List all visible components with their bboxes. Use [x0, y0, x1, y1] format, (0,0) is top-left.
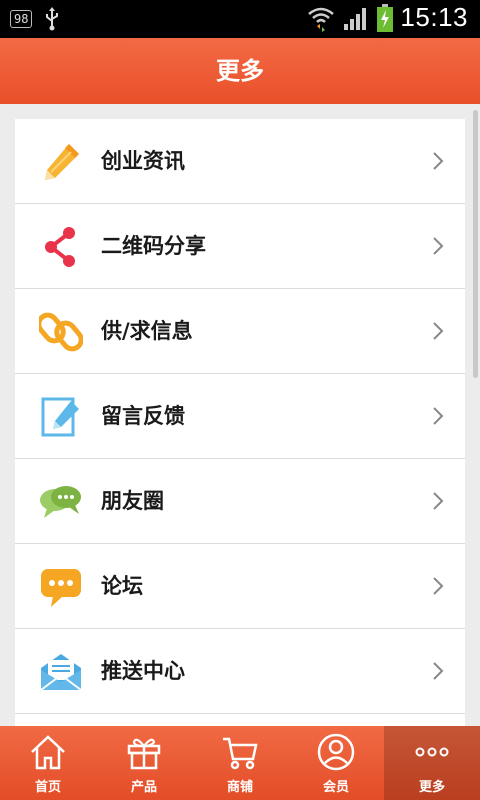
- gift-icon: [127, 738, 161, 770]
- tab-shop[interactable]: 商铺: [192, 726, 288, 800]
- menu-item-label: 创业资讯: [101, 149, 185, 173]
- chevron-right-icon: [433, 152, 444, 170]
- chevron-right-icon: [433, 237, 444, 255]
- wifi-icon: [308, 7, 335, 32]
- tab-label: 更多: [418, 780, 445, 795]
- scrollbar[interactable]: [473, 110, 478, 378]
- home-icon: [31, 735, 65, 770]
- notification-count: 98: [10, 10, 33, 28]
- menu-item-label: 供/求信息: [101, 319, 193, 343]
- tab-label: 商铺: [226, 780, 253, 795]
- menu-item-supply-demand[interactable]: 供/求信息: [15, 289, 465, 374]
- page-title: 更多: [216, 57, 264, 85]
- feedback-edit-icon: [41, 397, 79, 437]
- menu-item-label: 推送中心: [101, 659, 185, 683]
- cart-icon: [223, 737, 258, 770]
- tab-home[interactable]: 首页: [0, 726, 96, 800]
- chevron-right-icon: [433, 577, 444, 595]
- menu-item-push-center[interactable]: 推送中心: [15, 629, 465, 714]
- status-bar-left: 98: [10, 7, 60, 31]
- more-menu-list: 创业资讯 二维码分享 供/求信息 留言反馈 朋友圈 论坛 推送中心: [15, 119, 465, 726]
- menu-item-label: 朋友圈: [101, 489, 164, 513]
- menu-item-label: 二维码分享: [101, 234, 206, 258]
- status-bar: 98 15:13: [0, 0, 480, 38]
- menu-item-business-news[interactable]: 创业资讯: [15, 119, 465, 204]
- clock: 15:13: [400, 2, 468, 32]
- menu-item-moments[interactable]: 朋友圈: [15, 459, 465, 544]
- menu-item-label: 留言反馈: [101, 404, 185, 428]
- chevron-right-icon: [433, 492, 444, 510]
- app-header: 更多: [0, 38, 480, 104]
- chevron-right-icon: [433, 407, 444, 425]
- tab-member[interactable]: 会员: [288, 726, 384, 800]
- envelope-icon: [40, 654, 82, 691]
- signal-icon: [344, 7, 367, 30]
- bottom-tab-bar: 首页 产品 商铺 会员 更多: [0, 726, 480, 800]
- share-icon: [45, 227, 75, 267]
- chain-link-icon: [39, 312, 83, 352]
- menu-item-forum[interactable]: 论坛: [15, 544, 465, 629]
- status-bar-right: 15:13: [306, 2, 468, 33]
- tab-more[interactable]: 更多: [384, 726, 480, 800]
- usb-icon: [46, 7, 59, 31]
- forum-bubble-icon: [41, 569, 81, 607]
- menu-item-feedback[interactable]: 留言反馈: [15, 374, 465, 459]
- tab-label: 首页: [34, 780, 61, 795]
- tab-label: 会员: [322, 780, 349, 795]
- chat-bubbles-icon: [40, 486, 81, 518]
- chevron-right-icon: [433, 662, 444, 680]
- member-icon: [317, 733, 355, 771]
- menu-item-partial[interactable]: [15, 714, 465, 726]
- tab-products[interactable]: 产品: [96, 726, 192, 800]
- battery-charging-icon: [377, 3, 394, 32]
- chevron-right-icon: [433, 322, 444, 340]
- tab-label: 产品: [130, 780, 157, 795]
- menu-item-label: 论坛: [101, 574, 143, 598]
- more-dots-icon: [415, 747, 449, 757]
- menu-item-qrcode-share[interactable]: 二维码分享: [15, 204, 465, 289]
- pencil-icon: [45, 144, 79, 180]
